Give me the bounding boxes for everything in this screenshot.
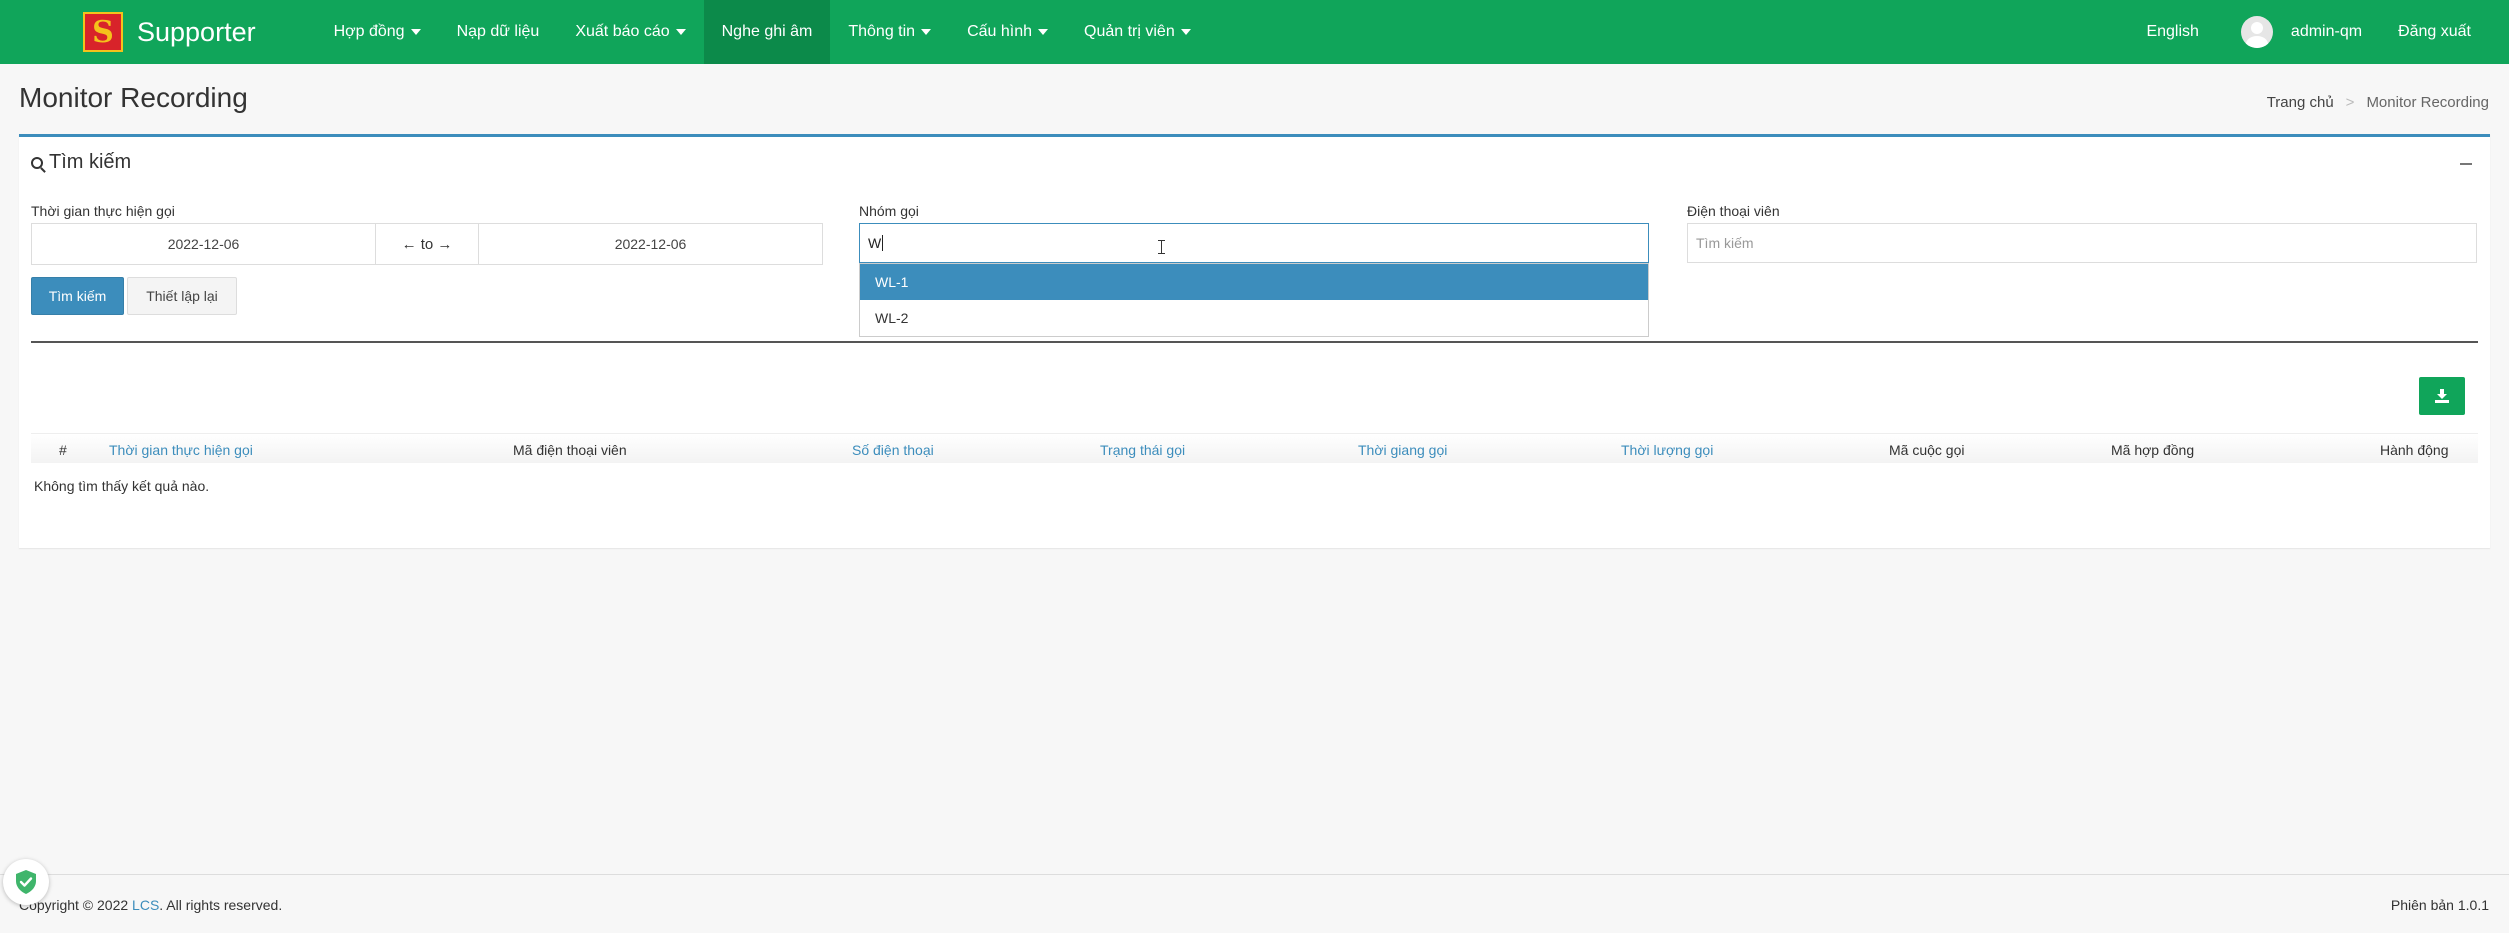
column-header-call-id: Mã cuộc gọi bbox=[1889, 442, 1965, 458]
export-download-button[interactable] bbox=[2419, 377, 2465, 415]
brand[interactable]: S Supporter bbox=[83, 12, 256, 52]
call-group-dropdown: WL-1 WL-2 bbox=[859, 263, 1649, 337]
caret-cursor bbox=[882, 235, 884, 251]
language-switch[interactable]: English bbox=[2128, 23, 2216, 41]
user-menu[interactable]: admin-qm bbox=[2273, 23, 2380, 41]
nav-item-thong-tin[interactable]: Thông tin bbox=[830, 0, 949, 64]
dropdown-option-wl-2[interactable]: WL-2 bbox=[860, 300, 1648, 336]
security-badge[interactable] bbox=[3, 859, 49, 905]
caret-down-icon bbox=[410, 29, 421, 35]
column-header-call-time-at[interactable]: Thời giang gọi bbox=[1358, 442, 1447, 458]
breadcrumb-separator: > bbox=[2345, 94, 2355, 111]
copyright: Copyright © 2022 LCS. All rights reserve… bbox=[19, 897, 283, 913]
nav-item-nghe-ghi-am[interactable]: Nghe ghi âm bbox=[703, 0, 831, 64]
date-to-input[interactable]: 2022-12-06 bbox=[479, 224, 822, 264]
date-range-separator: ← to → bbox=[375, 224, 479, 264]
column-header-contract-id: Mã hợp đồng bbox=[2111, 442, 2195, 458]
page-title: Monitor Recording bbox=[19, 82, 248, 113]
nav-item-nap-du-lieu[interactable]: Nạp dữ liệu bbox=[439, 0, 558, 64]
caret-down-icon bbox=[1180, 29, 1191, 35]
nav-item-cau-hinh[interactable]: Cấu hình bbox=[949, 0, 1066, 64]
search-button[interactable]: Tìm kiếm bbox=[31, 277, 124, 315]
breadcrumb: Trang chủ > Monitor Recording bbox=[2267, 94, 2489, 111]
agent-search-input[interactable]: Tìm kiếm bbox=[1687, 223, 2477, 263]
column-header-call-duration[interactable]: Thời lượng gọi bbox=[1621, 442, 1713, 458]
search-box: Tìm kiếm Thời gian thực hiện gọi 2022-12… bbox=[19, 134, 2490, 548]
results-table-header: # Thời gian thực hiện gọi Mã điện thoại … bbox=[31, 433, 2478, 463]
column-header-call-status[interactable]: Trạng thái gọi bbox=[1100, 442, 1185, 458]
search-icon bbox=[31, 156, 43, 169]
date-range-picker: 2022-12-06 ← to → 2022-12-06 bbox=[31, 223, 823, 265]
version-label: Phiên bản 1.0.1 bbox=[2390, 897, 2489, 913]
date-range-label: Thời gian thực hiện gọi bbox=[31, 203, 175, 219]
download-icon bbox=[2435, 389, 2449, 403]
section-divider bbox=[31, 341, 2478, 343]
collapse-minus-icon[interactable] bbox=[2460, 163, 2472, 165]
brand-logo-icon: S bbox=[83, 12, 123, 52]
footer: Copyright © 2022 LCS. All rights reserve… bbox=[0, 874, 2509, 933]
user-avatar-icon[interactable] bbox=[2240, 16, 2273, 48]
breadcrumb-home[interactable]: Trang chủ bbox=[2267, 94, 2334, 111]
column-header-agent-code: Mã điện thoại viên bbox=[513, 442, 627, 458]
call-group-label: Nhóm gọi bbox=[859, 203, 919, 219]
column-header-phone-number[interactable]: Số điện thoại bbox=[852, 442, 934, 458]
text-cursor-icon bbox=[1158, 240, 1165, 254]
dropdown-option-wl-1[interactable]: WL-1 bbox=[860, 264, 1648, 300]
nav-item-hop-dong[interactable]: Hợp đồng bbox=[316, 0, 439, 64]
brand-name: Supporter bbox=[137, 16, 256, 47]
breadcrumb-current: Monitor Recording bbox=[2366, 94, 2489, 111]
shield-check-icon bbox=[16, 870, 36, 894]
caret-down-icon bbox=[921, 29, 932, 35]
logout-link[interactable]: Đăng xuất bbox=[2380, 23, 2489, 41]
column-header-call-time[interactable]: Thời gian thực hiện gọi bbox=[109, 442, 253, 458]
top-navbar: S Supporter Hợp đồng Nạp dữ liệu Xuất bá… bbox=[0, 0, 2509, 64]
nav-item-xuat-bao-cao[interactable]: Xuất báo cáo bbox=[557, 0, 703, 64]
caret-down-icon bbox=[1038, 29, 1048, 35]
caret-down-icon bbox=[675, 29, 686, 35]
reset-button[interactable]: Thiết lập lại bbox=[127, 277, 237, 315]
empty-results-message: Không tìm thấy kết quả nào. bbox=[34, 478, 210, 494]
column-header-actions: Hành động bbox=[2380, 442, 2449, 458]
company-link[interactable]: LCS bbox=[132, 897, 159, 913]
call-group-input[interactable]: W bbox=[859, 223, 1649, 263]
nav-item-quan-tri-vien[interactable]: Quản trị viên bbox=[1066, 0, 1209, 64]
date-from-input[interactable]: 2022-12-06 bbox=[32, 224, 375, 264]
main-menu: Hợp đồng Nạp dữ liệu Xuất báo cáo Nghe g… bbox=[316, 0, 1209, 64]
agent-label: Điện thoại viên bbox=[1687, 203, 1780, 219]
column-header-index: # bbox=[59, 442, 67, 458]
nav-right: English admin-qm Đăng xuất bbox=[2128, 0, 2509, 64]
search-box-title: Tìm kiếm bbox=[31, 151, 131, 174]
